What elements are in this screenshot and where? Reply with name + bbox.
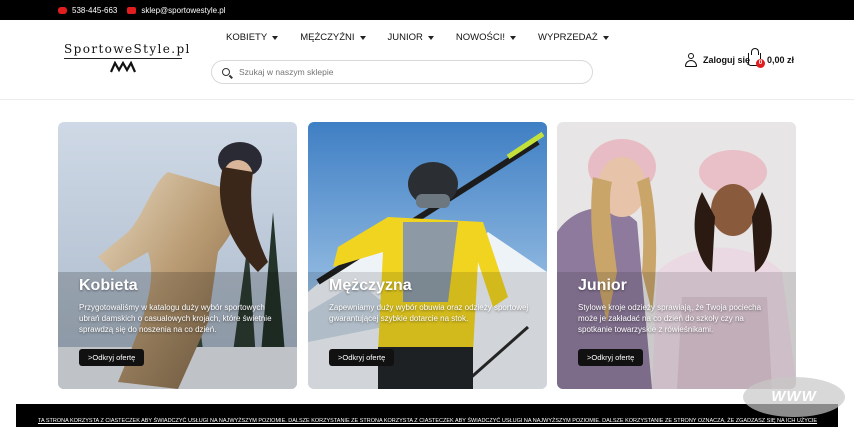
nav-item-wyprzedaz[interactable]: WYPRZEDAŻ xyxy=(538,32,609,43)
logo-text: SportoweStyle.pl xyxy=(64,42,191,56)
cookie-banner[interactable]: TA STRONA KORZYSTA Z CIASTECZEK ABY ŚWIA… xyxy=(16,404,838,427)
chevron-down-icon xyxy=(602,35,609,40)
nav-label: WYPRZEDAŻ xyxy=(538,32,598,43)
email-contact[interactable]: sklep@sportowestyle.pl xyxy=(127,6,226,15)
site-header: SportoweStyle.pl KOBIETY MĘŻCZYŹNI JUNIO… xyxy=(0,20,854,100)
nav-label: MĘŻCZYŹNI xyxy=(300,32,355,43)
chevron-down-icon xyxy=(272,35,279,40)
nav-item-mezczyzni[interactable]: MĘŻCZYŹNI xyxy=(300,32,366,43)
mail-icon xyxy=(127,6,137,14)
site-logo[interactable]: SportoweStyle.pl xyxy=(64,42,189,90)
card-title: Junior xyxy=(578,277,627,294)
logo-mark xyxy=(109,60,138,76)
main-nav: KOBIETY MĘŻCZYŹNI JUNIOR NOWOŚCI! WYPRZE… xyxy=(226,32,609,43)
nav-item-kobiety[interactable]: KOBIETY xyxy=(226,32,279,43)
logo-underline xyxy=(64,58,182,59)
nav-label: NOWOŚCI! xyxy=(455,32,506,43)
phone-icon xyxy=(58,6,67,14)
watermark-badge: WWW xyxy=(743,377,845,417)
category-card-junior[interactable]: Junior Stylowe kroje odzieży sprawiają, … xyxy=(557,122,796,389)
card-title: Mężczyzna xyxy=(329,277,412,294)
email-address[interactable]: sklep@sportowestyle.pl xyxy=(141,6,225,15)
login-label: Zaloguj się xyxy=(703,55,751,65)
login-link[interactable]: Zaloguj się xyxy=(685,53,750,67)
search-icon[interactable] xyxy=(222,68,230,76)
chevron-down-icon xyxy=(510,35,517,40)
cookie-text[interactable]: TA STRONA KORZYSTA Z CIASTECZEK ABY ŚWIA… xyxy=(38,418,817,424)
card-title: Kobieta xyxy=(79,277,138,294)
card-description: Stylowe kroje odzieży sprawiają, że Twoj… xyxy=(578,303,762,334)
search-input[interactable] xyxy=(239,67,569,77)
card-description: Zapewniamy duży wybór obuwia oraz odzież… xyxy=(329,303,529,323)
discover-offer-button[interactable]: >Odkryj ofertę xyxy=(329,349,395,366)
cart-count-badge: 0 xyxy=(756,59,765,68)
discover-offer-button[interactable]: >Odkryj ofertę xyxy=(79,349,145,366)
nav-item-junior[interactable]: JUNIOR xyxy=(388,32,434,43)
chevron-down-icon xyxy=(427,35,434,40)
cart-button[interactable]: 0 0,00 zł xyxy=(748,48,795,68)
chevron-down-icon xyxy=(359,35,366,40)
nav-label: KOBIETY xyxy=(226,32,268,43)
card-description: Przygotowaliśmy w katalogu duży wybór sp… xyxy=(79,303,272,334)
cart-total: 0,00 zł xyxy=(767,54,795,65)
category-cards: Kobieta Przygotowaliśmy w katalogu duży … xyxy=(58,122,797,389)
top-contact-bar: 538-445-663 sklep@sportowestyle.pl xyxy=(0,0,854,20)
emmu-logo-icon xyxy=(109,60,137,73)
nav-label: JUNIOR xyxy=(387,32,423,43)
search-bar xyxy=(211,60,593,84)
phone-number[interactable]: 538-445-663 xyxy=(72,6,117,15)
nav-item-nowosci[interactable]: NOWOŚCI! xyxy=(455,32,517,43)
phone-contact[interactable]: 538-445-663 xyxy=(58,6,117,15)
user-icon xyxy=(685,53,697,67)
discover-offer-button[interactable]: >Odkryj ofertę xyxy=(578,349,644,366)
category-card-kobieta[interactable]: Kobieta Przygotowaliśmy w katalogu duży … xyxy=(58,122,297,389)
shopping-bag-icon: 0 xyxy=(748,48,765,68)
category-card-mezczyzna[interactable]: Mężczyzna Zapewniamy duży wybór obuwia o… xyxy=(308,122,547,389)
